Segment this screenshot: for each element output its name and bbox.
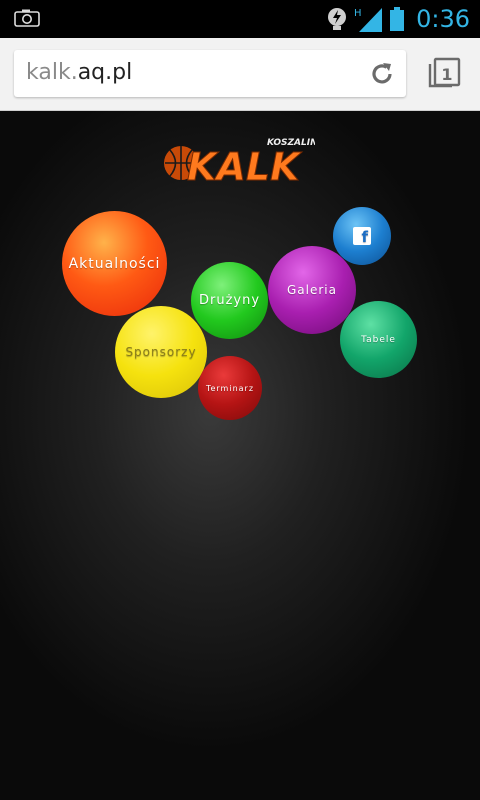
url-domain: aq.pl (77, 60, 133, 85)
menu-tabele-button[interactable]: Tabele (340, 301, 417, 378)
reload-icon[interactable] (368, 60, 396, 88)
menu-label: Aktualności (68, 255, 161, 272)
menu-label: Sponsorzy (125, 345, 197, 359)
facebook-icon-glyph: f (361, 228, 369, 246)
menu-druzyny-button[interactable]: Drużyny (191, 262, 268, 339)
menu-label: Drużyny (198, 293, 261, 308)
menu-label: Tabele (361, 334, 396, 345)
facebook-button[interactable]: f (333, 207, 391, 265)
menu-terminarz-button[interactable]: Terminarz (198, 356, 262, 420)
logo-title: KALK (187, 145, 302, 187)
menu-galeria-button[interactable]: Galeria (268, 246, 356, 334)
network-type-label: H (354, 8, 362, 19)
menu-label: Galeria (287, 283, 337, 297)
facebook-icon: f (353, 227, 371, 245)
power-icon (328, 8, 347, 30)
kalk-logo[interactable]: KOSZALIN KALK (163, 135, 315, 187)
menu-label: Terminarz (205, 383, 255, 393)
site-content: KOSZALIN KALK Aktualności Sponsorzy Druż… (0, 111, 480, 800)
signal-icon: H (354, 8, 383, 32)
tabs-icon[interactable]: 1 (426, 56, 462, 92)
status-bar: H 0:36 (0, 0, 480, 38)
menu-aktualnosci-button[interactable]: Aktualności (62, 211, 167, 316)
address-bar[interactable]: kalk.aq.pl (14, 50, 406, 97)
url-subdomain: kalk. (26, 60, 78, 85)
camera-icon (14, 9, 40, 27)
browser-toolbar: kalk.aq.pl 1 (0, 38, 480, 111)
url-text[interactable]: kalk.aq.pl (26, 60, 132, 85)
clock: 0:36 (416, 5, 470, 33)
menu-sponsorzy-button[interactable]: Sponsorzy (115, 306, 207, 398)
tab-count: 1 (441, 65, 452, 84)
battery-icon (390, 7, 405, 31)
